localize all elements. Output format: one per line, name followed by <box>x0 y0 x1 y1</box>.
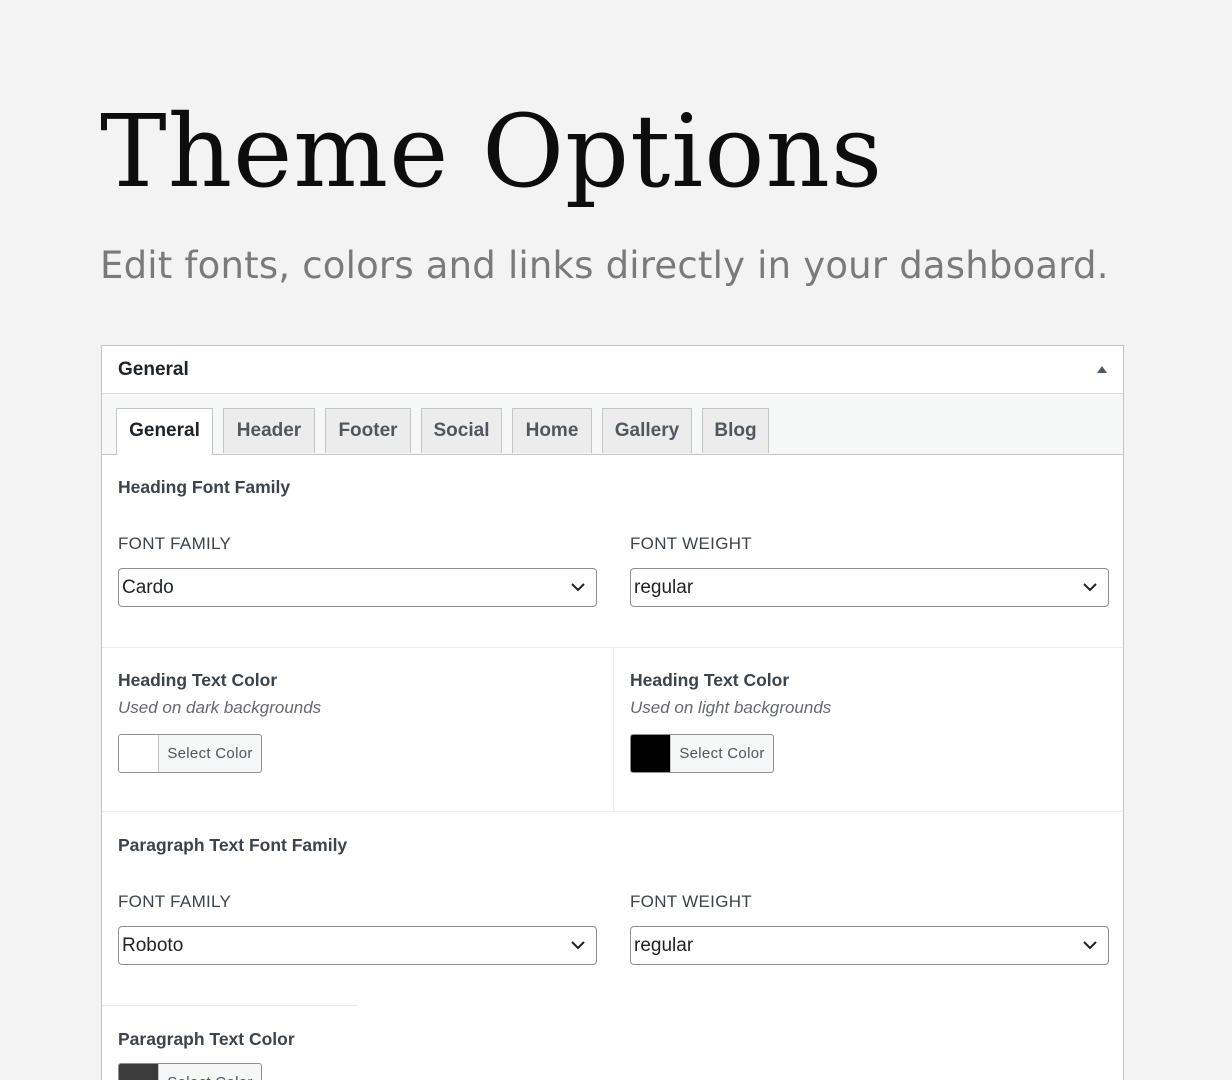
section-divider <box>102 811 1123 812</box>
triangle-up-icon[interactable] <box>1095 362 1109 376</box>
select-color-button[interactable]: Select Color <box>159 735 261 772</box>
heading-font-weight-label: FONT WEIGHT <box>630 534 752 553</box>
panel-title: General <box>118 359 189 380</box>
paragraph-font-section-title: Paragraph Text Font Family <box>118 835 348 855</box>
tab-bar: General Header Footer Social Home Galler… <box>102 394 1123 455</box>
page-title: Theme Options <box>100 93 884 210</box>
select-color-button[interactable]: Select Color <box>671 735 773 772</box>
paragraph-color-title: Paragraph Text Color <box>118 1029 295 1049</box>
paragraph-font-family-label: FONT FAMILY <box>118 892 232 911</box>
heading-font-weight-value: regular <box>634 577 694 598</box>
color-swatch[interactable] <box>119 735 159 772</box>
chevron-down-icon <box>1083 941 1097 950</box>
heading-font-family-label: FONT FAMILY <box>118 534 232 553</box>
heading-color-dark-title: Heading Text Color <box>118 670 278 690</box>
select-color-button[interactable]: Select Color <box>159 1064 261 1080</box>
paragraph-color-picker[interactable]: Select Color <box>118 1063 262 1080</box>
heading-font-weight-select[interactable]: regular <box>630 568 1109 607</box>
color-swatch[interactable] <box>631 735 671 772</box>
tab-social[interactable]: Social <box>421 408 502 453</box>
heading-color-light-description: Used on light backgrounds <box>630 698 832 717</box>
heading-font-section-title: Heading Font Family <box>118 477 291 497</box>
tab-header[interactable]: Header <box>223 408 315 453</box>
paragraph-font-weight-select[interactable]: regular <box>630 926 1109 965</box>
color-swatch[interactable] <box>119 1064 159 1080</box>
heading-color-light-title: Heading Text Color <box>630 670 790 690</box>
panel-header[interactable]: General <box>102 346 1123 394</box>
heading-font-family-value: Cardo <box>122 577 174 598</box>
section-divider <box>102 1005 358 1006</box>
tab-general[interactable]: General <box>116 408 213 455</box>
tab-blog[interactable]: Blog <box>702 408 769 453</box>
tab-home[interactable]: Home <box>512 408 592 453</box>
column-divider <box>613 647 614 811</box>
heading-color-dark-description: Used on dark backgrounds <box>118 698 322 717</box>
heading-color-dark-picker[interactable]: Select Color <box>118 734 262 773</box>
heading-font-family-select[interactable]: Cardo <box>118 568 597 607</box>
paragraph-font-weight-label: FONT WEIGHT <box>630 892 752 911</box>
chevron-down-icon <box>1083 583 1097 592</box>
paragraph-font-family-value: Roboto <box>122 935 184 956</box>
tab-gallery[interactable]: Gallery <box>602 408 692 453</box>
chevron-down-icon <box>571 941 585 950</box>
tab-footer[interactable]: Footer <box>325 408 411 453</box>
paragraph-font-weight-value: regular <box>634 935 694 956</box>
options-panel: General General Header Footer Social Hom… <box>101 345 1124 1080</box>
page-subtitle: Edit fonts, colors and links directly in… <box>100 244 1109 287</box>
chevron-down-icon <box>571 583 585 592</box>
heading-color-light-picker[interactable]: Select Color <box>630 734 774 773</box>
paragraph-font-family-select[interactable]: Roboto <box>118 926 597 965</box>
